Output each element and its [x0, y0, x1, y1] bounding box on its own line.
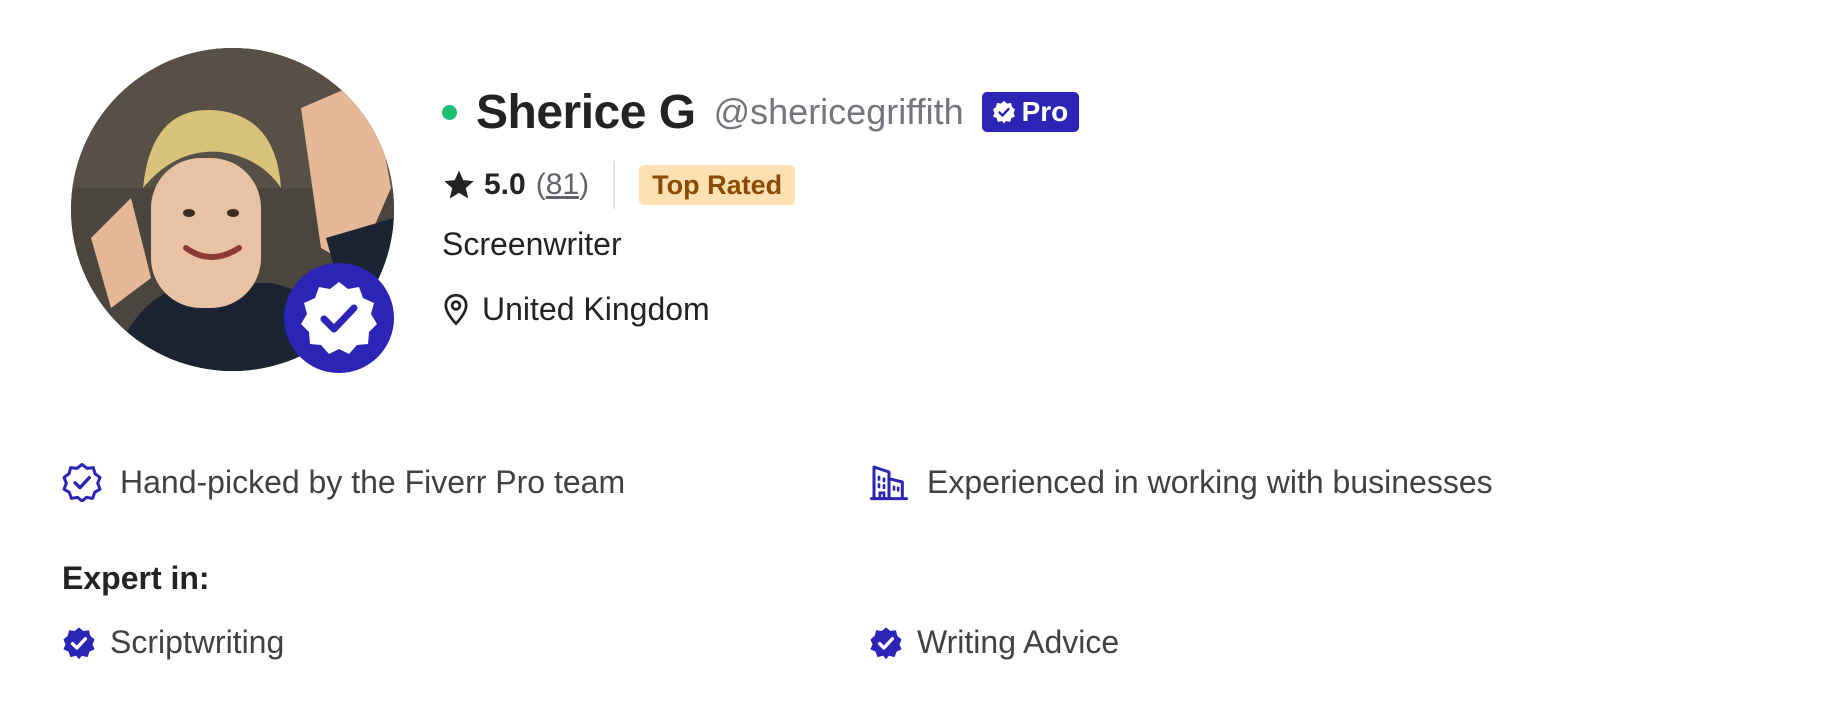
feature-label: Experienced in working with businesses: [927, 463, 1493, 500]
seller-role: Screenwriter: [442, 226, 622, 262]
reviews-close-paren: ): [579, 168, 590, 201]
pro-label: Pro: [1021, 96, 1069, 127]
location-text: United Kingdom: [482, 291, 710, 327]
feature-businesses: Experienced in working with businesses: [869, 462, 1493, 502]
skill-label: Writing Advice: [917, 624, 1120, 660]
feature-label: Hand-picked by the Fiverr Pro team: [120, 463, 626, 500]
verified-check-icon: [992, 100, 1016, 124]
verified-check-icon: [62, 626, 96, 660]
seller-username: @shericegriffith: [713, 91, 964, 132]
rating-value: 5.0: [484, 168, 526, 201]
verified-shield-icon: [62, 462, 102, 502]
seller-name[interactable]: Sherice G: [476, 85, 696, 140]
verified-seal-icon: [284, 263, 394, 373]
pro-badge[interactable]: Pro: [981, 92, 1080, 132]
verified-check-icon: [869, 626, 903, 660]
reviews-link[interactable]: (81): [536, 168, 589, 202]
location-pin-icon: [442, 293, 470, 327]
reviews-count[interactable]: 81: [546, 168, 579, 201]
divider: [613, 161, 616, 209]
reviews-open-paren: (: [535, 168, 546, 201]
top-rated-badge[interactable]: Top Rated: [639, 165, 796, 205]
expert-in-heading: Expert in:: [62, 560, 210, 596]
online-status-dot: [442, 104, 457, 120]
skill-item[interactable]: Scriptwriting: [62, 624, 284, 661]
skill-item[interactable]: Writing Advice: [869, 624, 1119, 661]
skill-label: Scriptwriting: [110, 624, 285, 660]
feature-handpicked: Hand-picked by the Fiverr Pro team: [62, 462, 625, 502]
name-row: Sherice G @shericegriffith Pro: [442, 78, 1080, 146]
building-icon: [869, 462, 909, 502]
profile-avatar-container[interactable]: [71, 48, 394, 373]
star-icon: [442, 168, 476, 202]
seller-location: United Kingdom: [442, 291, 710, 328]
rating-row: 5.0 (81) Top Rated: [442, 160, 796, 210]
